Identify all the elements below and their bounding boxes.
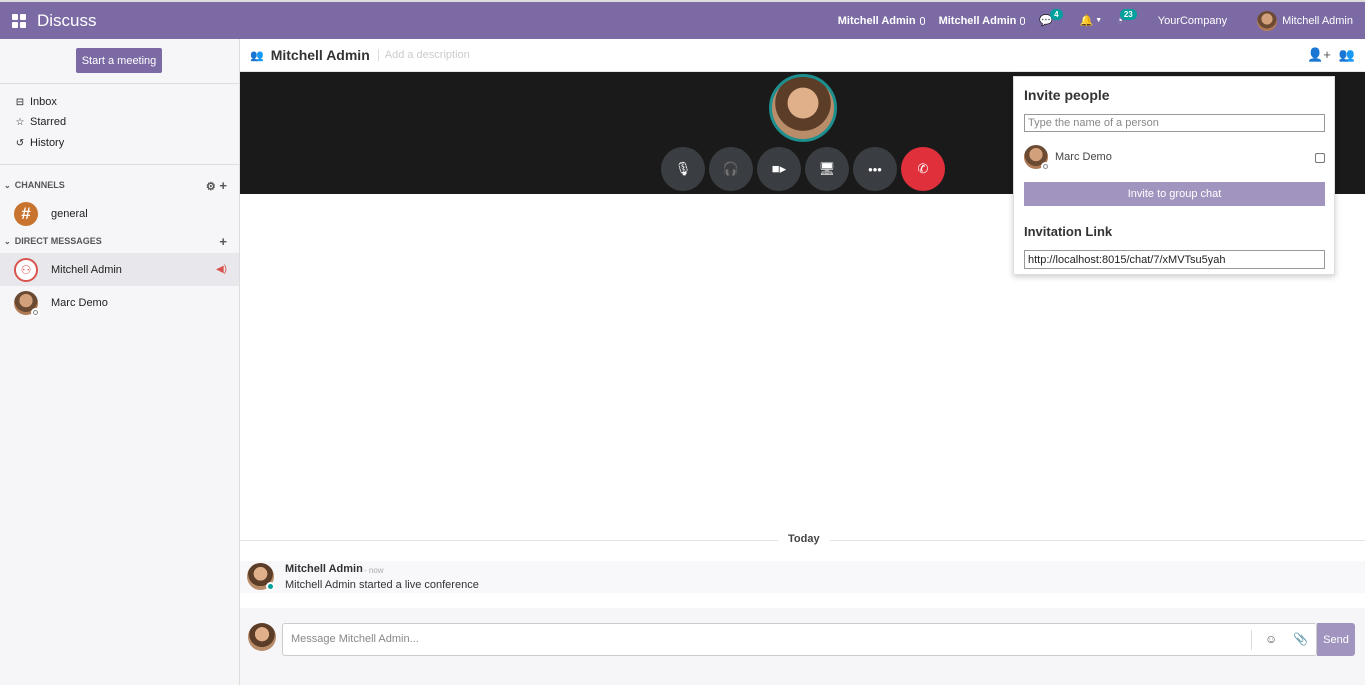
description-field[interactable]: Add a description	[377, 49, 470, 61]
emoji-icon[interactable]: ☺	[1265, 632, 1277, 646]
divider	[1251, 630, 1252, 650]
invite-search-input[interactable]	[1024, 114, 1325, 132]
composer-box: ☺ 📎	[282, 623, 1317, 656]
message-body: Mitchell Admin started a live conference	[285, 579, 479, 591]
company-switcher[interactable]: YourCompany	[1158, 15, 1227, 27]
invite-person-checkbox[interactable]	[1315, 153, 1325, 163]
invite-title: Invite people	[1024, 87, 1110, 103]
invite-to-group-chat-button[interactable]: Invite to group chat	[1024, 182, 1325, 206]
more-options-button[interactable]: •••	[853, 147, 897, 191]
add-direct-message-icon[interactable]: +	[219, 234, 227, 249]
channels-actions: ⚙ +	[206, 178, 227, 193]
star-icon: ☆	[15, 116, 25, 128]
notifications-menu[interactable]: 🔔 ▼	[1080, 14, 1103, 27]
active-call-user-1[interactable]: Mitchell Admin	[838, 15, 925, 27]
messaging-menu[interactable]: 💬 4	[1039, 9, 1065, 27]
user-menu[interactable]: Mitchell Admin	[1257, 10, 1353, 31]
activities-badge: 23	[1119, 9, 1137, 20]
systray: Mitchell Admin Mitchell Admin 💬 4 🔔 ▼ ◔ 23 …	[824, 2, 1353, 39]
message-input[interactable]	[291, 633, 1241, 645]
ellipsis-icon: •••	[868, 161, 882, 177]
inbox-icon: ⊟	[15, 96, 25, 108]
avatar	[1024, 145, 1050, 171]
date-divider: Today	[778, 533, 830, 545]
start-meeting-button[interactable]: Start a meeting	[76, 48, 162, 73]
microphone-icon	[1020, 16, 1026, 25]
app-title[interactable]: Discuss	[37, 11, 97, 31]
avatar	[14, 290, 40, 317]
direct-messages-header[interactable]: ⌄ DIRECT MESSAGES	[4, 236, 102, 246]
activities-menu[interactable]: ◔ 23	[1116, 9, 1140, 27]
phone-icon: ✆	[917, 161, 929, 176]
invite-popover: Invite people Marc Demo Invite to group …	[1013, 76, 1335, 275]
offline-status-icon	[31, 307, 40, 317]
hang-up-button[interactable]: ✆	[901, 147, 945, 191]
headphones-icon: 🎧	[722, 161, 740, 176]
history-icon: ↺	[15, 137, 25, 149]
thread-actions: 👤+ 👥	[1307, 47, 1355, 63]
microphone-icon	[919, 16, 925, 25]
members-icon[interactable]: 👥	[1339, 47, 1355, 63]
channel-hash-icon: #	[14, 201, 38, 226]
invite-person-row[interactable]: Marc Demo	[1024, 145, 1112, 171]
divider	[0, 164, 240, 165]
send-button[interactable]: Send	[1317, 623, 1355, 656]
caret-down-icon: ▼	[1095, 17, 1103, 24]
apps-menu-icon[interactable]	[12, 13, 26, 28]
microphone-icon: 🎙	[674, 161, 692, 176]
avatar	[248, 623, 276, 651]
offline-status-icon	[1041, 162, 1050, 171]
avatar[interactable]	[247, 563, 275, 591]
microphone-button[interactable]: 🎙	[661, 147, 705, 191]
messages-badge: 4	[1050, 9, 1063, 20]
online-status-icon	[266, 582, 275, 591]
add-channel-icon[interactable]: +	[219, 178, 227, 193]
invitation-link-field[interactable]	[1024, 250, 1325, 269]
divider	[0, 83, 240, 84]
desktop-icon: 🖥	[818, 161, 836, 176]
composer: ☺ 📎 Send	[240, 608, 1365, 685]
add-user-icon[interactable]: 👤+	[1307, 47, 1331, 63]
headphones-button[interactable]: 🎧	[709, 147, 753, 191]
screen-share-button[interactable]: 🖥	[805, 147, 849, 191]
gear-icon[interactable]: ⚙	[206, 181, 216, 193]
message-author[interactable]: Mitchell Admin	[285, 563, 363, 575]
group-avatar-icon: ⚇	[14, 257, 38, 282]
speaker-icon: ◀)	[215, 264, 227, 275]
bell-icon: 🔔	[1079, 15, 1094, 27]
top-navbar: Discuss Mitchell Admin Mitchell Admin 💬 4…	[0, 0, 1365, 39]
paperclip-icon[interactable]: 📎	[1293, 632, 1308, 646]
channels-header[interactable]: ⌄ CHANNELS	[4, 180, 65, 190]
active-call-user-2[interactable]: Mitchell Admin	[939, 15, 1026, 27]
users-icon: 👥	[250, 49, 264, 62]
sidebar-item-marc-demo[interactable]: Marc Demo	[0, 286, 239, 319]
video-camera-icon: ■▸	[771, 161, 787, 176]
chevron-down-icon: ⌄	[4, 236, 11, 246]
invitation-link-title: Invitation Link	[1024, 224, 1113, 239]
call-controls: 🎙 🎧 ■▸ 🖥 ••• ✆	[661, 147, 945, 191]
thread-title[interactable]: Mitchell Admin	[271, 47, 370, 63]
sidebar-item-starred[interactable]: ☆ Starred	[15, 116, 67, 128]
sidebar-item-mitchell-admin[interactable]: ⚇ Mitchell Admin ◀)	[0, 253, 239, 286]
discuss-sidebar: Start a meeting ⊟ Inbox ☆ Starred ↺ History…	[0, 39, 240, 685]
sidebar-item-general[interactable]: # general	[0, 197, 239, 230]
message-time: - now	[364, 566, 384, 575]
camera-button[interactable]: ■▸	[757, 147, 801, 191]
sidebar-item-history[interactable]: ↺ History	[15, 137, 64, 149]
thread-header: 👥 Mitchell Admin Add a description 👤+ 👥	[240, 39, 1365, 72]
participant-avatar[interactable]	[769, 74, 837, 142]
message[interactable]: Mitchell Admin - now Mitchell Admin star…	[240, 561, 1365, 593]
user-avatar	[1257, 10, 1278, 31]
sidebar-item-inbox[interactable]: ⊟ Inbox	[15, 96, 57, 108]
chevron-down-icon: ⌄	[4, 180, 11, 190]
